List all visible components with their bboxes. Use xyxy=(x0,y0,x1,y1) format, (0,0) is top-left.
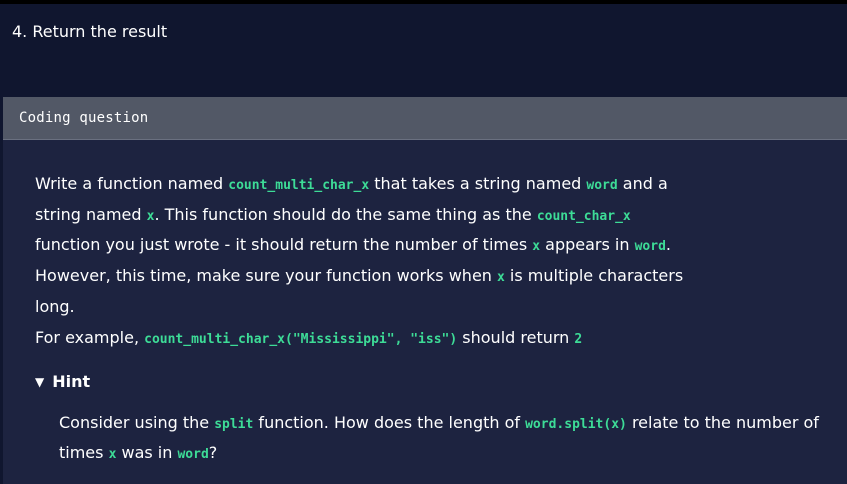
hint-text-part: was in xyxy=(116,442,178,462)
example-text: should return xyxy=(457,328,575,347)
example-text: For example, xyxy=(35,328,145,347)
code-snippet: word.split(x) xyxy=(525,417,627,432)
code-snippet: word xyxy=(177,446,209,462)
question-text: appears in xyxy=(540,235,635,255)
example-result-code: 2 xyxy=(574,332,583,347)
step-title: 4. Return the result xyxy=(12,22,168,41)
hint-toggle[interactable]: ▼ Hint xyxy=(35,371,90,393)
question-text: Write a function named xyxy=(35,174,229,193)
hint-text-part: function. How does the length of xyxy=(253,413,526,432)
question-text: function you just wrote - it should retu… xyxy=(35,235,533,255)
example-line: For example, count_multi_char_x("Mississ… xyxy=(35,327,582,351)
example-code: count_multi_char_x("Mississippi", "iss") xyxy=(144,332,458,347)
hint-label: Hint xyxy=(52,372,91,391)
code-snippet: x xyxy=(497,270,505,286)
question-text: that takes a string named xyxy=(369,174,587,193)
panel-header-label: Coding question xyxy=(19,110,149,126)
question-body: Write a function named count_multi_char_… xyxy=(35,170,825,462)
code-snippet: split xyxy=(214,417,254,432)
top-border xyxy=(0,0,847,4)
hint-text-part: ? xyxy=(208,442,218,462)
coding-question-panel: Coding question Write a function named c… xyxy=(3,97,847,484)
code-snippet: count_char_x xyxy=(536,208,631,224)
code-snippet: count_multi_char_x xyxy=(228,178,370,193)
question-paragraph: Write a function named count_multi_char_… xyxy=(35,170,685,322)
hint-text-part: Consider using the xyxy=(59,413,215,432)
hint-text: Consider using the split function. How d… xyxy=(59,409,839,468)
panel-header: Coding question xyxy=(3,97,847,140)
question-text: . This function should do the same thing… xyxy=(154,204,537,224)
code-snippet: x xyxy=(532,239,541,255)
code-snippet: word xyxy=(634,239,666,255)
code-snippet: word xyxy=(586,178,618,193)
triangle-down-icon: ▼ xyxy=(35,375,45,389)
